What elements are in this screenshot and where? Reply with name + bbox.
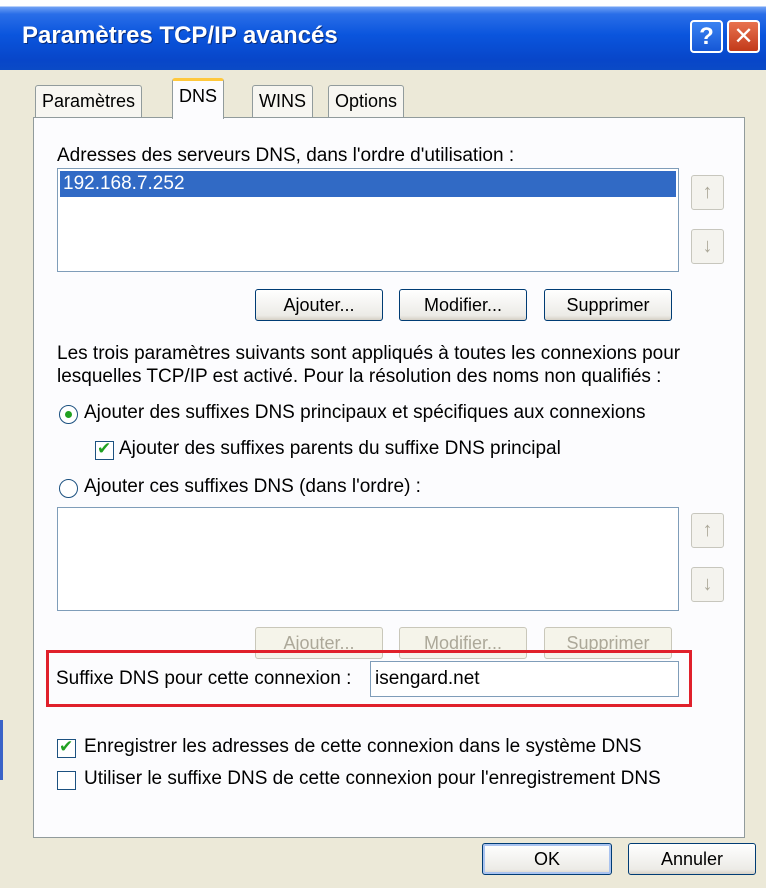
use-suffix-label: Utiliser le suffixe DNS de cette connexi…	[84, 768, 661, 789]
dialog-window: Paramètres TCP/IP avancés ? ✕ Paramètres…	[0, 0, 766, 888]
checkmark-icon: ✔	[59, 737, 74, 756]
connection-suffix-label: Suffixe DNS pour cette connexion :	[56, 668, 352, 689]
connection-suffix-input[interactable]: isengard.net	[370, 661, 679, 697]
suffix-move-down-button[interactable]: ↓	[691, 567, 724, 602]
checkbox-register-addresses[interactable]: ✔	[57, 737, 76, 758]
modify-server-button[interactable]: Modifier...	[399, 289, 527, 321]
radio-these-suffixes[interactable]	[59, 479, 78, 498]
help-icon: ?	[699, 22, 714, 50]
list-item[interactable]: 192.168.7.252	[60, 171, 676, 197]
tab-dns[interactable]: DNS	[172, 78, 225, 119]
arrow-up-icon: ↑	[702, 181, 713, 203]
checkbox-parent-suffixes[interactable]: ✔	[95, 439, 114, 460]
close-icon: ✕	[733, 23, 754, 50]
tab-wins[interactable]: WINS	[252, 85, 313, 117]
move-down-button[interactable]: ↓	[691, 229, 724, 264]
radio-primary-suffixes-label: Ajouter des suffixes DNS principaux et s…	[84, 402, 646, 423]
checkmark-icon: ✔	[97, 439, 112, 458]
dns-servers-list[interactable]: 192.168.7.252	[57, 168, 679, 272]
help-button[interactable]: ?	[690, 20, 723, 53]
info-text-line2: lesquelles TCP/IP est activé. Pour la ré…	[57, 366, 662, 387]
dns-suffixes-list[interactable]	[57, 507, 679, 611]
radio-these-suffixes-label: Ajouter ces suffixes DNS (dans l'ordre) …	[84, 476, 421, 497]
info-text-line1: Les trois paramètres suivants sont appli…	[57, 343, 681, 364]
title-bar[interactable]: Paramètres TCP/IP avancés ? ✕	[0, 0, 766, 70]
suffix-move-up-button[interactable]: ↑	[691, 513, 724, 548]
window-title: Paramètres TCP/IP avancés	[22, 22, 338, 49]
ok-button[interactable]: OK	[482, 843, 612, 875]
tab-options[interactable]: Options	[328, 85, 405, 117]
dns-servers-label: Adresses des serveurs DNS, dans l'ordre …	[57, 145, 515, 166]
radio-selected-dot	[65, 411, 72, 418]
window-edge	[0, 720, 3, 780]
cancel-button[interactable]: Annuler	[628, 843, 756, 875]
arrow-down-icon: ↓	[702, 573, 713, 595]
register-addresses-label: Enregistrer les adresses de cette connex…	[84, 736, 642, 757]
tab-ip-settings[interactable]: Paramètres IP	[35, 85, 143, 141]
move-up-button[interactable]: ↑	[691, 175, 724, 210]
radio-primary-suffixes[interactable]	[59, 405, 78, 424]
add-server-button[interactable]: Ajouter...	[255, 289, 383, 321]
arrow-up-icon: ↑	[702, 519, 713, 541]
checkbox-parent-suffixes-label: Ajouter des suffixes parents du suffixe …	[119, 438, 561, 459]
arrow-down-icon: ↓	[702, 235, 713, 257]
close-button[interactable]: ✕	[727, 20, 760, 53]
checkbox-use-suffix[interactable]	[57, 771, 76, 790]
remove-server-button[interactable]: Supprimer	[544, 289, 672, 321]
